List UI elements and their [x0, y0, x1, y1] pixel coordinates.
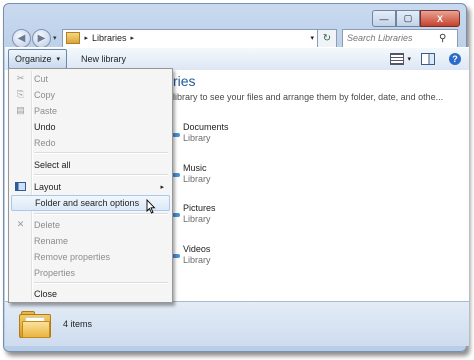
window-controls: — ▢ X — [372, 10, 460, 27]
submenu-arrow-icon: ▸ — [160, 183, 164, 191]
menu-item-label: Remove properties — [34, 251, 111, 262]
library-type: Library — [183, 133, 211, 143]
breadcrumb-separator-icon[interactable]: ▸ — [85, 34, 89, 42]
new-library-button[interactable]: New library — [81, 54, 126, 64]
documents-library-icon — [172, 133, 180, 137]
breadcrumb-separator-icon[interactable]: ▸ — [131, 34, 135, 42]
maximize-button[interactable]: ▢ — [396, 10, 420, 27]
menu-item-label: Select all — [34, 159, 71, 170]
toolbar-right: ▾ ? — [390, 53, 461, 65]
menu-item-label: Paste — [34, 105, 58, 116]
menu-item-label: Undo — [34, 121, 56, 132]
library-name: Pictures — [183, 203, 216, 213]
help-icon[interactable]: ? — [449, 53, 461, 65]
library-name: Videos — [183, 244, 211, 254]
library-item-documents[interactable]: Documents Library — [183, 122, 229, 143]
change-view-icon[interactable] — [390, 53, 405, 65]
back-button[interactable]: ◀ — [12, 28, 31, 48]
organize-label: Organize — [15, 54, 52, 64]
library-name: Music — [183, 163, 207, 173]
menu-item-close[interactable]: Close — [11, 286, 170, 301]
search-input[interactable] — [343, 32, 439, 44]
menu-item-paste[interactable]: ▤ Paste — [11, 103, 170, 118]
search-icon[interactable]: ⚲ — [439, 33, 446, 44]
menu-item-label: Redo — [34, 137, 56, 148]
menu-separator — [34, 174, 168, 176]
breadcrumb-libraries[interactable]: Libraries — [92, 33, 127, 43]
menu-item-select-all[interactable]: Select all — [11, 157, 170, 172]
menu-item-label: Delete — [34, 219, 61, 230]
menu-separator — [34, 282, 168, 284]
organize-button[interactable]: Organize ▾ — [8, 49, 68, 69]
menu-item-label: Properties — [34, 267, 76, 278]
address-dropdown-icon[interactable]: ▾ — [310, 34, 314, 42]
menu-item-copy[interactable]: ⎘ Copy — [11, 87, 170, 102]
mouse-pointer-icon — [146, 199, 156, 214]
menu-item-label: Rename — [34, 235, 69, 246]
item-count: 4 items — [63, 319, 93, 329]
forward-button[interactable]: ▶ — [32, 28, 51, 48]
videos-library-icon — [172, 254, 180, 258]
libraries-icon — [65, 32, 80, 44]
menu-item-properties[interactable]: Properties — [11, 265, 170, 280]
forward-arrow-icon: ▶ — [37, 32, 46, 44]
layout-icon — [15, 181, 26, 192]
organize-menu: ✂ Cut ⎘ Copy ▤ Paste Undo Redo Select al… — [8, 68, 173, 303]
delete-icon: ✕ — [16, 219, 25, 229]
minimize-button[interactable]: — — [372, 10, 396, 27]
library-type: Library — [183, 174, 211, 184]
menu-item-redo[interactable]: Redo — [11, 135, 170, 150]
preview-pane-icon[interactable] — [421, 53, 435, 65]
music-library-icon — [172, 173, 180, 177]
recent-pages-dropdown[interactable]: ▾ — [53, 34, 57, 42]
address-bar[interactable]: ▸ Libraries ▸ ▾ — [61, 28, 318, 48]
menu-separator — [34, 152, 168, 154]
paste-icon: ▤ — [16, 105, 25, 115]
scissors-icon: ✂ — [16, 73, 25, 83]
search-box[interactable]: ⚲ — [342, 28, 458, 48]
library-type: Library — [183, 255, 211, 265]
libraries-folder-icon — [19, 311, 51, 338]
menu-item-remove-properties[interactable]: Remove properties — [11, 249, 170, 264]
menu-item-delete[interactable]: ✕ Delete — [11, 217, 170, 232]
menu-item-layout[interactable]: Layout ▸ — [11, 179, 170, 194]
pictures-library-icon — [172, 213, 180, 217]
page-title: ries — [173, 73, 196, 89]
copy-icon: ⎘ — [16, 89, 25, 99]
menu-item-rename[interactable]: Rename — [11, 233, 170, 248]
menu-item-label: Layout — [34, 181, 62, 192]
library-type: Library — [183, 214, 211, 224]
details-pane: 4 items — [5, 301, 469, 346]
menu-item-label: Folder and search options — [35, 198, 140, 208]
close-button[interactable]: X — [420, 10, 460, 27]
menu-item-label: Cut — [34, 73, 49, 84]
menu-item-label: Close — [34, 288, 58, 299]
library-item-videos[interactable]: Videos Library — [183, 244, 211, 265]
view-options-dropdown[interactable]: ▾ — [407, 55, 411, 63]
menu-item-label: Copy — [34, 89, 56, 100]
address-row: ◀ ▶ ▾ ▸ Libraries ▸ ▾ ↻ ⚲ — [12, 28, 458, 48]
folder-front — [22, 321, 50, 338]
chevron-down-icon: ▾ — [56, 56, 61, 63]
back-arrow-icon: ◀ — [17, 32, 26, 44]
refresh-icon: ↻ — [322, 32, 332, 44]
library-item-music[interactable]: Music Library — [183, 163, 211, 184]
refresh-button[interactable]: ↻ — [318, 28, 337, 48]
library-item-pictures[interactable]: Pictures Library — [183, 203, 216, 224]
library-name: Documents — [183, 122, 229, 132]
menu-item-undo[interactable]: Undo — [11, 119, 170, 134]
menu-item-cut[interactable]: ✂ Cut — [11, 71, 170, 86]
library-description: library to see your files and arrange th… — [173, 92, 444, 102]
